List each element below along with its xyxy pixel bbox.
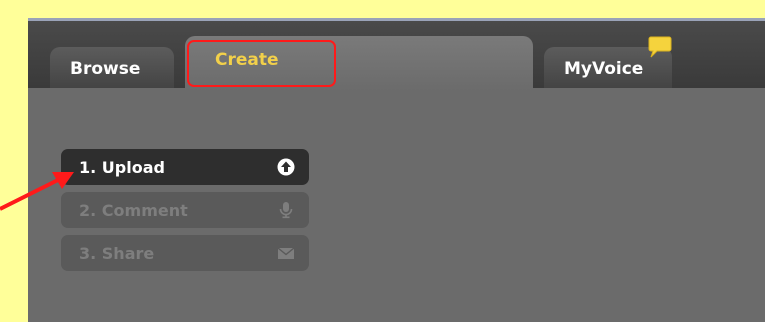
step-share-label: 3. Share: [79, 243, 155, 263]
upload-icon: [277, 158, 295, 176]
step-share-button[interactable]: 3. Share: [61, 235, 309, 271]
speech-bubble-icon: [648, 36, 672, 58]
tab-browse[interactable]: Browse: [50, 47, 174, 88]
create-steps-list: 1. Upload 2. Comment 3. Share: [61, 149, 309, 278]
tab-browse-label: Browse: [70, 59, 141, 79]
envelope-icon: [277, 247, 295, 259]
app-panel: Browse Create MyVoice 1. Upload 2. Comme…: [28, 18, 765, 322]
step-comment-button[interactable]: 2. Comment: [61, 192, 309, 228]
microphone-icon: [279, 202, 293, 219]
step-upload-button[interactable]: 1. Upload: [61, 149, 309, 185]
red-arrow-annotation: [0, 172, 74, 211]
step-comment-label: 2. Comment: [79, 200, 188, 220]
step-upload-label: 1. Upload: [79, 157, 165, 177]
tab-bar: Browse Create MyVoice: [28, 21, 765, 91]
create-tab-highlight: [187, 40, 336, 87]
tab-myvoice-label: MyVoice: [564, 59, 644, 79]
